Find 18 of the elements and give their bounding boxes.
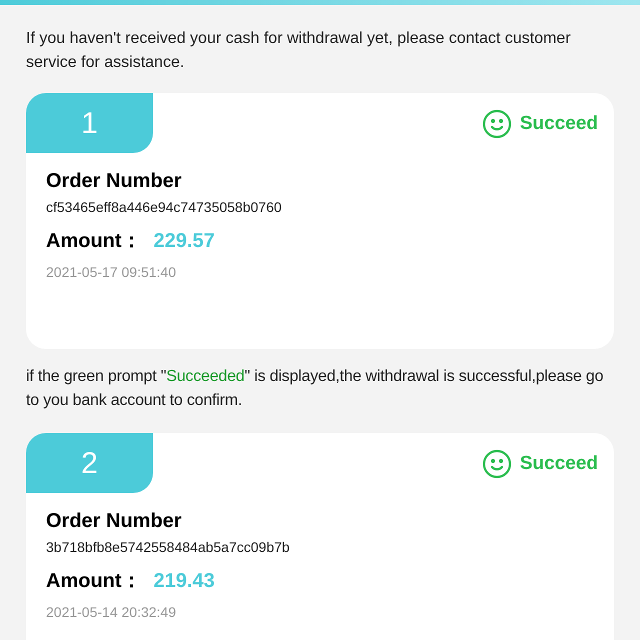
status-label: Succeed [520,112,598,136]
order-time: 2021-05-14 20:32:49 [46,603,177,622]
amount-label: Amount： [46,569,142,594]
order-label: Order Number [46,169,183,194]
order-label: Order Number [46,509,183,534]
order-index: 2 [26,433,153,493]
status-label: Succeed [520,452,598,476]
amount-value: 219.43 [154,569,215,594]
notice-text: If you haven't received your cash for withdrawal yet, please contact customer service for assistance. [26,29,572,73]
smiley-icon [482,109,512,139]
order-time: 2021-05-17 09:51:40 [46,263,177,282]
smiley-icon [482,449,512,479]
amount-label: Amount： [46,229,142,254]
order-index: 1 [26,93,153,153]
amount-value: 229.57 [154,229,215,254]
order-number: 3b718bfb8e5742558484ab5a7cc09b7b [46,538,291,557]
order-number: cf53465eff8a446e94c74735058b0760 [46,198,283,217]
notice-text: if the green prompt "Succeeded" is displayed,the withdrawal is successful,please go to you bank account to confirm. [26,367,604,411]
